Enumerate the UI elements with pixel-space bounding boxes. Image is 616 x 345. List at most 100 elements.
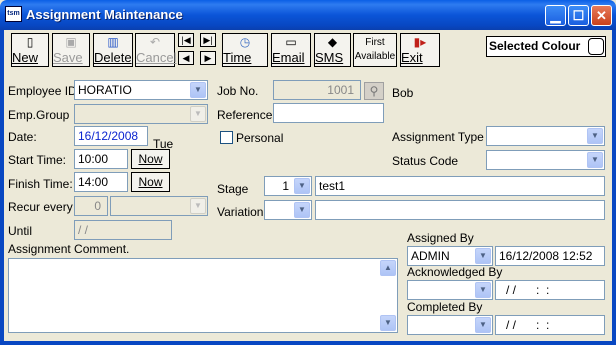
previous-record-button[interactable]: ◀ xyxy=(178,51,194,65)
assigned-by-datetime[interactable]: 16/12/2008 12:52 xyxy=(495,246,605,266)
until-label: Until xyxy=(8,224,33,238)
assigned-by-label: Assigned By xyxy=(407,231,474,245)
keyboard-icon: ▭ xyxy=(285,35,297,49)
first-record-icon: |◀ xyxy=(181,35,191,45)
until-field[interactable]: / / xyxy=(74,220,172,240)
reference-field[interactable] xyxy=(273,103,384,123)
minimize-button[interactable]: ▁ xyxy=(545,5,566,26)
email-button[interactable]: ▭ Email xyxy=(271,33,311,67)
chevron-down-icon[interactable]: ▼ xyxy=(587,128,603,144)
save-label: Save xyxy=(53,50,83,65)
scroll-up-icon[interactable]: ▲ xyxy=(380,260,396,276)
save-disk-icon: ▣ xyxy=(65,35,77,49)
stage-value: 1 xyxy=(282,179,289,193)
acknowledged-by-datetime[interactable]: / / : : xyxy=(495,280,605,300)
delete-label: Delete xyxy=(94,50,132,65)
stage-select[interactable]: 1 ▼ xyxy=(264,176,312,196)
completed-by-select[interactable]: ▼ xyxy=(407,315,493,335)
previous-record-icon: ◀ xyxy=(182,53,190,63)
minimize-icon: ▁ xyxy=(550,8,561,23)
cancel-label: Cancel xyxy=(136,50,177,65)
undo-icon: ↶ xyxy=(149,35,161,49)
chevron-down-icon[interactable]: ▼ xyxy=(475,317,491,333)
phone-icon: ◆ xyxy=(327,35,338,49)
stage-label: Stage xyxy=(217,182,249,196)
job-no-label: Job No. xyxy=(217,84,259,98)
variation-label: Variation xyxy=(217,205,264,219)
first-available-button[interactable]: First Available xyxy=(353,33,397,67)
selected-colour-label: Selected Colour xyxy=(489,39,581,53)
assigned-by-select[interactable]: ADMIN ▼ xyxy=(407,246,493,266)
completed-by-datetime[interactable]: / / : : xyxy=(495,315,605,335)
start-now-button[interactable]: Now xyxy=(131,149,170,169)
job-owner-name: Bob xyxy=(392,86,414,100)
assignment-type-select[interactable]: ▼ xyxy=(486,126,605,146)
first-available-line2: Available xyxy=(354,51,396,62)
variation-text-field[interactable] xyxy=(315,200,605,220)
exit-button[interactable]: ▮▸ Exit xyxy=(400,33,440,67)
first-record-button[interactable]: |◀ xyxy=(178,33,194,47)
start-time-field[interactable]: 10:00 xyxy=(74,149,128,169)
emp-group-select[interactable]: ▼ xyxy=(74,104,208,124)
sms-label: SMS xyxy=(315,50,344,65)
last-record-button[interactable]: ▶| xyxy=(200,33,216,47)
employee-id-select[interactable]: HORATIO ▼ xyxy=(74,80,208,100)
selected-colour-control[interactable]: Selected Colour xyxy=(486,36,606,57)
key-icon[interactable]: ⚲ xyxy=(364,82,384,100)
close-icon: ✕ xyxy=(596,8,607,23)
date-label: Date: xyxy=(8,130,37,144)
variation-select[interactable]: ▼ xyxy=(264,200,312,220)
recur-every-field[interactable]: 0 xyxy=(74,196,108,216)
assignment-comment-label: Assignment Comment. xyxy=(8,242,130,256)
assignment-comment-textarea[interactable]: ▲ ▼ xyxy=(8,258,398,333)
new-label: New xyxy=(12,50,39,65)
sms-button[interactable]: ◆ SMS xyxy=(314,33,351,67)
chevron-down-icon[interactable]: ▼ xyxy=(587,152,603,168)
chevron-down-icon[interactable]: ▼ xyxy=(294,202,310,218)
selected-colour-swatch[interactable] xyxy=(588,38,604,55)
new-document-icon: ▯ xyxy=(26,35,34,49)
first-available-line1: First xyxy=(365,37,385,48)
next-record-button[interactable]: ▶ xyxy=(200,51,216,65)
acknowledged-by-select[interactable]: ▼ xyxy=(407,280,493,300)
chevron-down-icon[interactable]: ▼ xyxy=(190,106,206,122)
emp-group-label: Emp.Group xyxy=(8,108,70,122)
completed-by-label: Completed By xyxy=(407,300,483,314)
window-frame-bottom xyxy=(0,341,616,345)
recur-unit-select[interactable]: ▼ xyxy=(110,196,208,216)
chevron-down-icon[interactable]: ▼ xyxy=(190,198,206,214)
chevron-down-icon[interactable]: ▼ xyxy=(475,248,491,264)
employee-id-label: Employee ID: xyxy=(8,84,81,98)
app-icon: tsm xyxy=(5,6,22,22)
finish-time-label: Finish Time: xyxy=(8,177,73,191)
next-record-icon: ▶ xyxy=(204,53,212,63)
title-bar[interactable]: tsm Assignment Maintenance ▁ ☐ ✕ xyxy=(0,0,616,30)
start-time-label: Start Time: xyxy=(8,153,67,167)
save-button[interactable]: ▣ Save xyxy=(52,33,90,67)
finish-now-button[interactable]: Now xyxy=(131,172,170,192)
chevron-down-icon[interactable]: ▼ xyxy=(190,82,206,98)
assignment-type-label: Assignment Type xyxy=(392,130,484,144)
assigned-by-value: ADMIN xyxy=(411,249,450,263)
employee-id-value: HORATIO xyxy=(78,83,132,97)
date-field[interactable]: 16/12/2008 xyxy=(74,126,148,146)
chevron-down-icon[interactable]: ▼ xyxy=(294,178,310,194)
trash-icon: ▥ xyxy=(107,35,119,49)
stage-text-field[interactable]: test1 xyxy=(315,176,605,196)
delete-button[interactable]: ▥ Delete xyxy=(93,33,133,67)
last-record-icon: ▶| xyxy=(203,35,213,45)
scroll-down-icon[interactable]: ▼ xyxy=(380,315,396,331)
cancel-button[interactable]: ↶ Cancel xyxy=(135,33,177,67)
email-label: Email xyxy=(272,50,305,65)
maximize-button[interactable]: ☐ xyxy=(568,5,589,26)
chevron-down-icon[interactable]: ▼ xyxy=(475,282,491,298)
finish-time-field[interactable]: 14:00 xyxy=(74,172,128,192)
time-button[interactable]: ◷ Time xyxy=(222,33,268,67)
personal-checkbox[interactable] xyxy=(220,131,233,144)
acknowledged-by-label: Acknowledged By xyxy=(407,265,503,279)
status-code-select[interactable]: ▼ xyxy=(486,150,605,170)
recur-every-label: Recur every xyxy=(8,200,73,214)
close-button[interactable]: ✕ xyxy=(591,5,612,26)
job-no-field[interactable]: 1001 xyxy=(273,80,361,100)
new-button[interactable]: ▯ New xyxy=(11,33,49,67)
